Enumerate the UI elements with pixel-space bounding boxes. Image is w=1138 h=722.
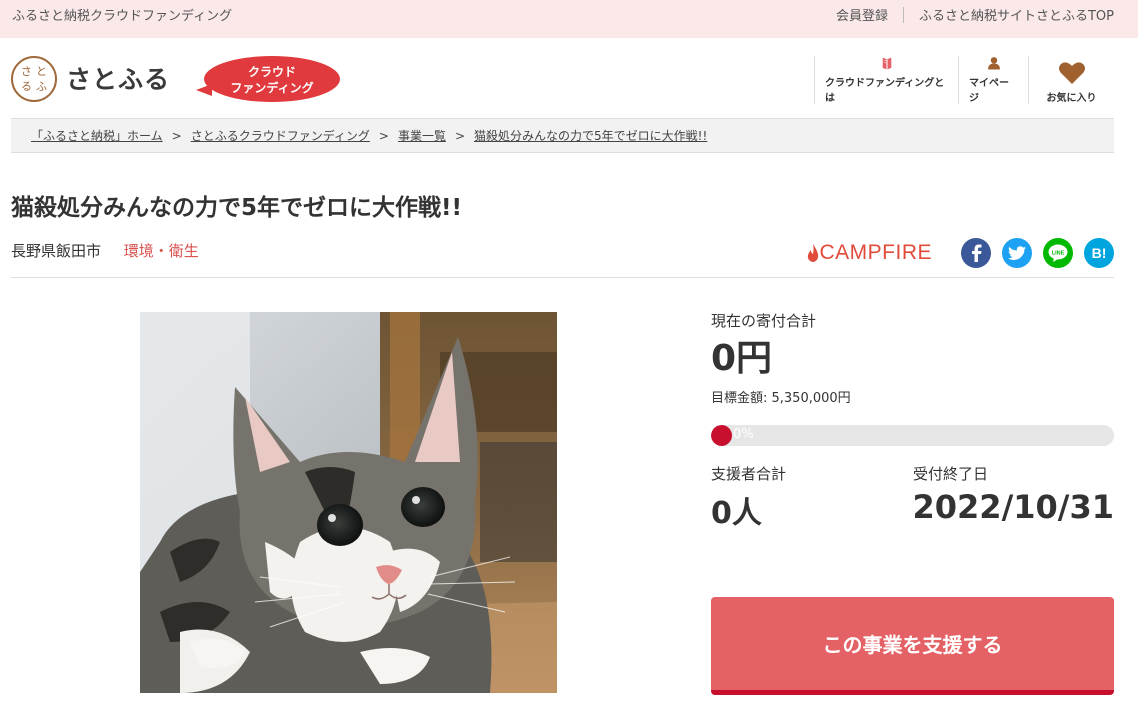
page-title: 猫殺処分みんなの力で5年でゼロに大作戦!! — [11, 195, 462, 221]
nav-mypage[interactable]: マイページ — [958, 56, 1028, 104]
hatena-bookmark-icon[interactable]: B! — [1084, 238, 1114, 268]
campfire-text: CAMPFIRE — [819, 241, 932, 264]
project-category[interactable]: 環境・衛生 — [124, 242, 199, 260]
deadline-label: 受付終了日 — [913, 465, 989, 483]
seal-char: と — [36, 64, 47, 78]
header: さ と る ふ さとふる クラウド ファンディング クラウドファンディングとは … — [0, 38, 1138, 118]
crowdfunding-badge: クラウド ファンディング — [196, 56, 340, 102]
facebook-icon[interactable] — [961, 238, 991, 268]
breadcrumb: 「ふるさと納税」ホーム > さとふるクラウドファンディング > 事業一覧 > 猫殺処分みんな… — [11, 118, 1114, 153]
nav-label: クラウドファンディングとは — [825, 78, 945, 104]
breadcrumb-separator: > — [378, 129, 389, 143]
goal-amount: 目標金額: 5,350,000円 — [711, 391, 851, 406]
support-project-button[interactable]: この事業を支援する — [711, 597, 1114, 695]
breadcrumb-crowdfunding[interactable]: さとふるクラウドファンディング — [191, 129, 370, 143]
progress-percent: 0% — [733, 427, 754, 442]
seal-char: さ — [21, 64, 32, 78]
top-bar: ふるさと納税クラウドファンディング 会員登録 ふるさと納税サイトさとふるTOP — [0, 0, 1138, 38]
book-icon — [882, 57, 891, 70]
user-icon — [987, 57, 1000, 70]
breadcrumb-current[interactable]: 猫殺処分みんなの力で5年でゼロに大作戦!! — [474, 129, 707, 143]
project-meta: 長野県飯田市 環境・衛生 — [11, 240, 199, 261]
twitter-icon[interactable] — [1002, 238, 1032, 268]
total-label: 現在の寄付合計 — [711, 312, 817, 330]
progress-fill — [711, 425, 732, 446]
nav-label: お気に入り — [1046, 93, 1097, 104]
heart-icon — [1058, 62, 1085, 84]
breadcrumb-projects[interactable]: 事業一覧 — [398, 129, 446, 143]
site-name: ふるさと納税クラウドファンディング — [12, 9, 233, 24]
seal-char: ふ — [36, 79, 47, 93]
top-links: 会員登録 ふるさと納税サイトさとふるTOP — [836, 5, 1114, 24]
divider — [902, 6, 904, 23]
divider — [11, 277, 1114, 278]
line-icon[interactable]: LINE — [1043, 238, 1073, 268]
campfire-logo[interactable]: CAMPFIRE — [807, 241, 932, 265]
supporters-value: 0人 — [711, 496, 762, 531]
supporters-label: 支援者合計 — [711, 465, 787, 483]
badge-line-1: クラウド — [247, 65, 296, 79]
nav-favorites[interactable]: お気に入り — [1028, 56, 1114, 104]
svg-text:LINE: LINE — [1052, 251, 1065, 257]
header-nav: クラウドファンディングとは マイページ お気に入り — [814, 56, 1114, 118]
seal-char: る — [21, 79, 32, 93]
deadline-value: 2022/10/31 — [912, 488, 1115, 526]
progress-bar: 0% — [711, 425, 1114, 446]
breadcrumb-separator: > — [454, 129, 466, 143]
satofull-seal-logo[interactable]: さ と る ふ — [11, 56, 57, 102]
member-register-link[interactable]: 会員登録 — [836, 5, 888, 24]
project-photo-kitten — [140, 312, 557, 693]
total-value: 0円 — [711, 338, 773, 379]
nav-about-crowdfunding[interactable]: クラウドファンディングとは — [814, 56, 958, 104]
breadcrumb-home[interactable]: 「ふるさと納税」ホーム — [31, 129, 163, 143]
satofull-top-link[interactable]: ふるさと納税サイトさとふるTOP — [919, 5, 1114, 24]
badge-line-2: ファンディング — [230, 81, 314, 95]
breadcrumb-separator: > — [171, 129, 182, 143]
flame-icon — [808, 244, 819, 262]
share-bar: CAMPFIRE LINE B! — [807, 238, 1114, 268]
project-location: 長野県飯田市 — [11, 242, 102, 260]
logo-text[interactable]: さとふる — [66, 60, 170, 96]
nav-label: マイページ — [969, 78, 1009, 104]
